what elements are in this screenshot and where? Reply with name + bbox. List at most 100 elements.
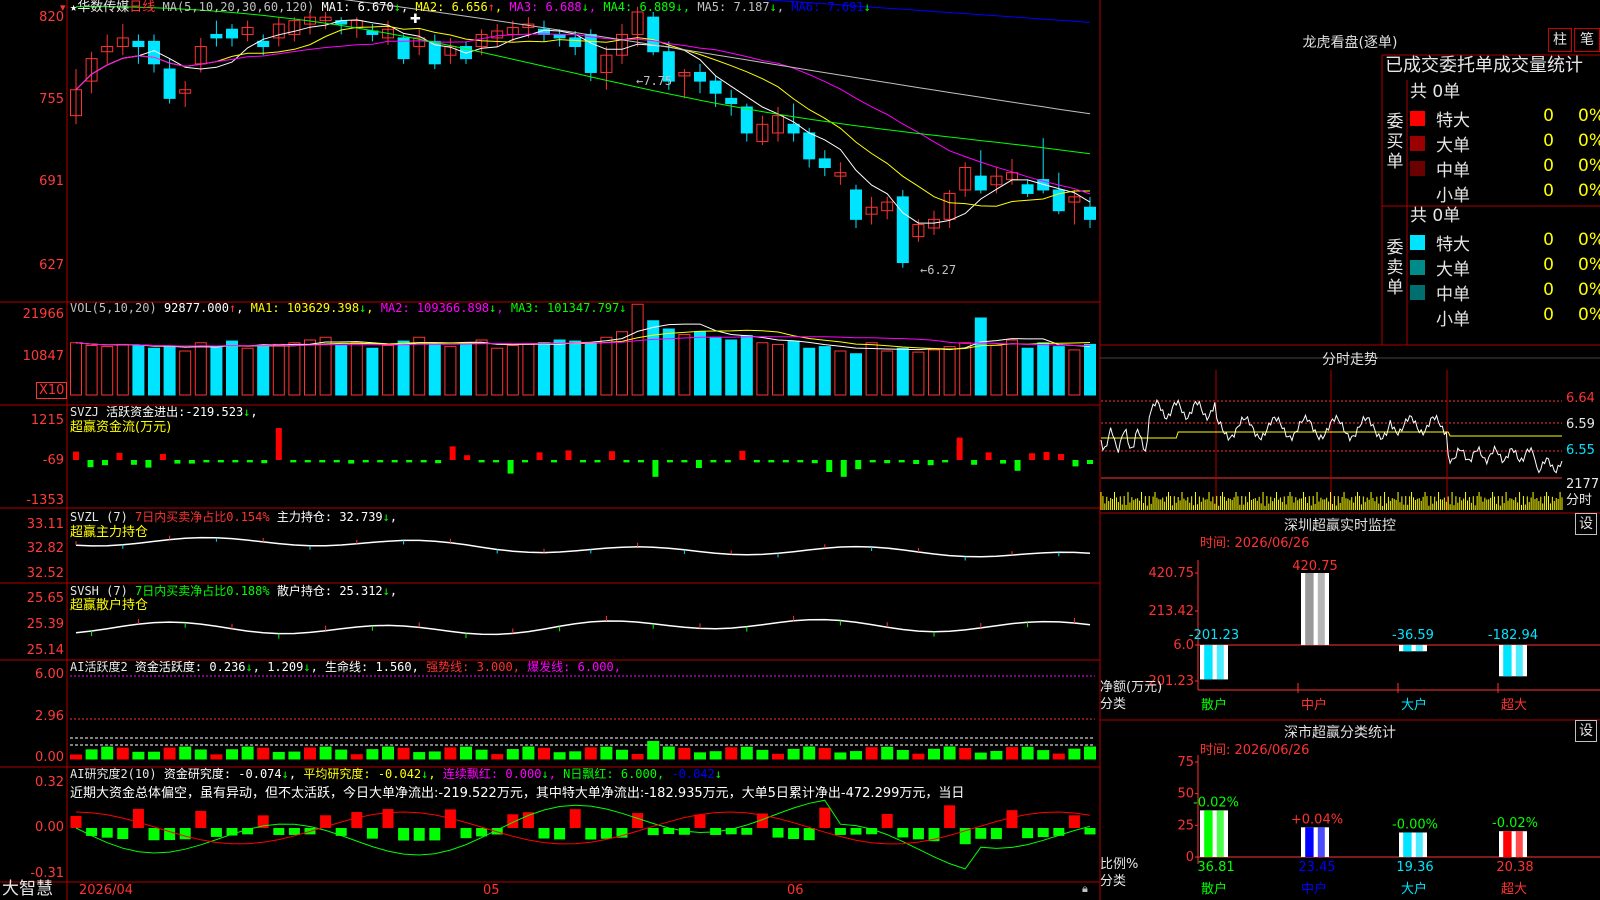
vma2-value: 109366.898 <box>416 301 490 315</box>
research-bar <box>117 828 129 840</box>
volume-bar <box>70 342 82 396</box>
activity-bar <box>366 749 379 760</box>
sz-class-bar-shade2 <box>1317 827 1325 857</box>
activity-bar <box>1006 747 1018 760</box>
volume-bar <box>787 340 800 396</box>
sell-row-small: 小单 0 0% <box>1410 305 1600 330</box>
research-bar <box>351 812 363 828</box>
activity-bar <box>350 754 363 760</box>
sz-monitor-time: 时间: 2026/06/26 <box>1200 536 1310 551</box>
activity-bar <box>1068 748 1081 760</box>
candle-body <box>709 80 722 94</box>
fundflow-bar <box>971 460 978 465</box>
vma2-arrow: ↓ <box>489 301 497 315</box>
svzj-subtitle: 超赢资金流(万元) <box>70 420 172 435</box>
ai-research-indicator: AI研究度2(10) <box>70 767 157 781</box>
buy-total: 共 0单 <box>1410 82 1461 102</box>
research-bar <box>195 810 207 828</box>
stock-name[interactable]: 华数传媒 <box>77 0 129 15</box>
sz-monitor-bar-label: -182.94 <box>1488 628 1538 643</box>
sz-monitor-bar-label: -36.59 <box>1392 628 1434 643</box>
activity-bar <box>740 746 753 760</box>
research-v1-arrow: ↓ <box>281 767 289 781</box>
sz-class-bar-label: 36.81 <box>1197 860 1234 875</box>
research-bar <box>850 828 862 835</box>
fundflow-bar <box>580 460 586 463</box>
sz-monitor-ytick: 213.42 <box>1149 604 1195 619</box>
activity-bar <box>896 749 909 760</box>
ma4-line <box>75 5 1091 155</box>
pen-view-button[interactable]: 笔 <box>1574 28 1600 52</box>
volume-bar <box>444 346 457 396</box>
activity-bar <box>241 746 254 760</box>
sz-monitor-settings-button[interactable]: 设 <box>1575 513 1597 535</box>
buy-side-label: 委买单 <box>1386 112 1404 172</box>
candle-body <box>584 33 597 73</box>
activity-bar <box>1084 746 1096 760</box>
volume-bar <box>116 343 129 396</box>
fundflow-bar <box>797 460 804 463</box>
svzl-desc: 7日内买卖净占比0.154% <box>135 510 270 524</box>
lock-icon[interactable]: 🔒︎ <box>1082 881 1088 896</box>
bar-view-button[interactable]: 柱 <box>1548 28 1572 52</box>
avg-value: -0.042 <box>377 767 422 781</box>
ma6-arrow: ↓ <box>863 0 871 14</box>
sz-class-settings-button[interactable]: 设 <box>1575 720 1597 742</box>
ma5-label: MA5: <box>697 0 727 14</box>
ma5-arrow: ↓ <box>769 0 777 14</box>
research-bar <box>413 828 425 841</box>
nred-v2: -0.042 <box>671 767 715 781</box>
svzj-ytick: 1215 <box>30 413 64 428</box>
activity-bar <box>194 749 207 760</box>
vma1-arrow: ↓ <box>359 301 367 315</box>
row-count: 0 <box>1543 106 1554 126</box>
activity-bar <box>522 746 535 760</box>
svsh-value: 25.312 <box>339 584 383 598</box>
research-v1: -0.074 <box>238 767 282 781</box>
research-bar <box>1084 828 1096 835</box>
ma1-value: 6.670 <box>357 0 394 14</box>
chart-canvas[interactable]: 420.75213.426.0-201.23-201.23散户420.75中户-… <box>0 0 1600 900</box>
sz-monitor-bar-label: 420.75 <box>1292 559 1338 574</box>
fenshi-ytick: 6.55 <box>1566 443 1595 458</box>
svzj-header: SVZJ 活跃资金进出:-219.523↓, <box>70 405 258 419</box>
activity-bar <box>803 746 816 760</box>
svsh-desc: 7日内买卖净占比0.188% <box>135 584 270 598</box>
activity-bar <box>257 747 270 760</box>
volume-bar <box>382 345 394 396</box>
fundflow-bar <box>942 460 949 463</box>
period-label[interactable]: 日线 <box>129 0 155 15</box>
candle-body <box>132 40 145 48</box>
ai-active-v1: 0.236 <box>209 660 246 674</box>
sz-class-bar <box>1200 810 1228 857</box>
research-bar <box>382 809 394 828</box>
research-bar <box>834 828 846 835</box>
fundflow-bar <box>551 460 558 463</box>
activity-bar <box>335 749 348 760</box>
svsh-line-label: 散户持仓: <box>276 584 333 598</box>
sz-monitor-bar-shade2 <box>1515 645 1523 677</box>
research-bar <box>803 828 815 841</box>
activity-bar <box>304 747 316 760</box>
candle-body <box>553 33 566 39</box>
fundflow-bar <box>290 460 297 463</box>
strong-value: 3.000 <box>476 660 513 674</box>
fundflow-bar <box>348 460 355 464</box>
volume-bar <box>959 342 972 396</box>
month-label: 05 <box>483 883 500 898</box>
fundflow-bar <box>1000 460 1007 464</box>
vol-unit-button[interactable]: X10 <box>36 382 68 399</box>
fundflow-bar <box>377 460 384 463</box>
row-name: 小单 <box>1436 310 1470 330</box>
sz-class-change: -0.02% <box>1492 816 1538 831</box>
research-bar <box>398 828 410 841</box>
activity-bar <box>226 749 238 760</box>
research-bar <box>990 828 1002 840</box>
fundflow-bar <box>782 460 789 463</box>
svzj-ytick: -69 <box>42 453 64 468</box>
research-bar <box>912 828 924 840</box>
fundflow-bar <box>362 460 369 463</box>
longhu-tabs[interactable]: 已成交委托单成交量统计 <box>1385 55 1583 77</box>
fundflow-bar <box>869 460 876 463</box>
research-bar <box>819 807 831 828</box>
